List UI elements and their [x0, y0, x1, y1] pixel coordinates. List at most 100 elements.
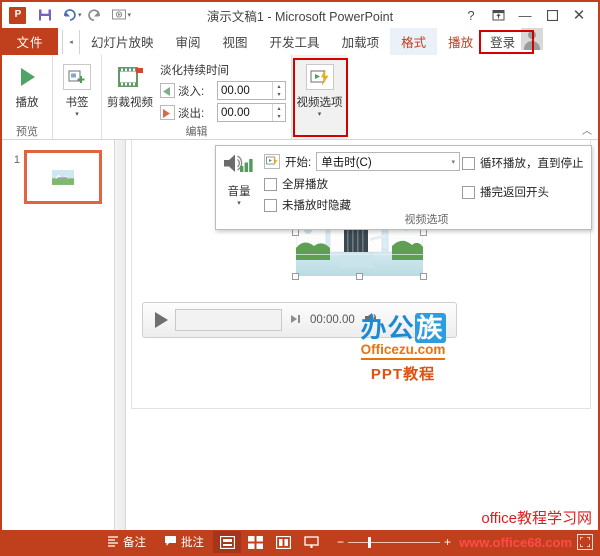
- film-strip-icon: [115, 62, 145, 92]
- fade-out-row: 淡出: 00.00 ▴ ▾: [160, 103, 286, 122]
- start-combobox[interactable]: 单击时(C) ▾: [316, 152, 460, 171]
- start-presentation-icon[interactable]: [108, 5, 130, 25]
- slide-thumbnail-pane: 1: [2, 140, 115, 530]
- view-slideshow-button[interactable]: [297, 531, 325, 553]
- ribbon-display-options-button[interactable]: [485, 4, 511, 26]
- qat-more-caret-icon[interactable]: ▾: [128, 11, 132, 19]
- window-controls: ? — ✕: [458, 4, 598, 26]
- video-options-icon: [305, 64, 334, 90]
- tab-addins[interactable]: 加载项: [331, 28, 391, 55]
- bottom-watermark-text: office教程学习网: [481, 510, 592, 527]
- watermark-line3: PPT教程: [370, 366, 436, 383]
- media-progress-track[interactable]: [175, 309, 282, 331]
- fade-out-value[interactable]: 00.00: [218, 104, 272, 121]
- start-combobox-caret-icon[interactable]: ▾: [451, 158, 457, 166]
- minimize-button[interactable]: —: [512, 4, 538, 26]
- media-step-forward-icon[interactable]: [289, 313, 303, 328]
- tab-developer[interactable]: 开发工具: [259, 28, 331, 55]
- tab-file[interactable]: 文件: [2, 28, 58, 55]
- ribbon-group-video-options: 视频选项 ▾: [292, 55, 347, 139]
- fullscreen-checkbox[interactable]: [264, 177, 277, 191]
- checkbox-rewind-after-playing[interactable]: 播完返回开头: [462, 184, 591, 200]
- resize-handle-s[interactable]: [355, 273, 363, 280]
- resize-handle-se[interactable]: [420, 273, 427, 280]
- video-options-button-label: 视频选项: [296, 97, 343, 109]
- rewind-after-playing-checkbox[interactable]: [462, 185, 475, 199]
- avatar[interactable]: [521, 28, 544, 50]
- comment-bubble-icon: [164, 535, 177, 550]
- zoom-out-button[interactable]: −: [337, 535, 344, 549]
- resize-handle-w[interactable]: [292, 229, 299, 236]
- save-icon[interactable]: [34, 5, 56, 25]
- loop-until-stopped-checkbox[interactable]: [462, 156, 475, 170]
- maximize-button[interactable]: [539, 4, 565, 26]
- start-row: 开始: 单击时(C) ▾: [264, 152, 460, 171]
- loop-until-stopped-checkbox-label: 循环播放，直到停止: [480, 158, 584, 170]
- fullscreen-checkbox-label: 全屏播放: [282, 179, 328, 191]
- volume-button[interactable]: 音量 ▾: [216, 146, 262, 229]
- collapse-ribbon-button[interactable]: ︿: [582, 122, 592, 137]
- tab-format[interactable]: 格式: [390, 28, 438, 55]
- fade-in-spinner[interactable]: 00.00 ▴ ▾: [217, 81, 286, 100]
- comments-button[interactable]: 批注: [155, 530, 213, 554]
- start-playback-icon: [264, 154, 280, 169]
- checkbox-fullscreen[interactable]: 全屏播放: [264, 176, 460, 192]
- title-bar: P ▾ ▾ 演示文稿1 - Microsoft PowerPoint ? — ✕: [2, 2, 598, 28]
- pane-splitter[interactable]: [115, 140, 126, 530]
- redo-icon[interactable]: [84, 5, 106, 25]
- fade-in-spin-down-icon[interactable]: ▾: [277, 92, 280, 98]
- video-options-controls: 开始: 单击时(C) ▾ 全屏播放 未播放时隐藏 循环播放，直到停止 播完返回开…: [262, 146, 591, 229]
- tab-review[interactable]: 审阅: [165, 28, 212, 55]
- slide-thumbnail-preview: [52, 169, 74, 185]
- media-play-icon[interactable]: [155, 312, 168, 328]
- zoom-slider[interactable]: − +: [337, 535, 451, 549]
- fade-out-spin-down-icon[interactable]: ▾: [277, 114, 280, 120]
- bookmark-button-label: 书签: [65, 97, 89, 109]
- resize-handle-sw[interactable]: [292, 273, 299, 280]
- fade-out-spinner-arrows[interactable]: ▴ ▾: [272, 104, 285, 121]
- undo-icon[interactable]: [58, 5, 80, 25]
- fade-out-spinner[interactable]: 00.00 ▴ ▾: [217, 103, 286, 122]
- fade-out-icon: [160, 105, 175, 120]
- tab-playback[interactable]: 播放: [437, 28, 484, 55]
- slide-thumbnail-row: 1: [2, 150, 114, 204]
- video-options-dropdown-caret-icon[interactable]: ▾: [318, 111, 322, 118]
- volume-dropdown-caret-icon[interactable]: ▾: [237, 200, 241, 207]
- speaker-volume-icon: [222, 150, 256, 182]
- ribbon-group-editing-title: 编辑: [185, 126, 208, 138]
- help-button[interactable]: ?: [458, 4, 484, 26]
- notes-icon: [107, 535, 119, 550]
- checkbox-loop-until-stopped[interactable]: 循环播放，直到停止: [462, 155, 591, 171]
- hide-when-not-playing-checkbox[interactable]: [264, 198, 277, 212]
- fade-in-spinner-arrows[interactable]: ▴ ▾: [272, 82, 285, 99]
- start-combobox-value: 单击时(C): [321, 156, 372, 169]
- slide-thumbnail-1[interactable]: [24, 150, 102, 204]
- view-reading-button[interactable]: [269, 531, 297, 553]
- fade-in-spin-up-icon[interactable]: ▴: [277, 84, 280, 90]
- ribbon-group-preview: 播放 预览: [2, 55, 53, 139]
- tab-slideshow[interactable]: 幻灯片放映: [80, 28, 165, 55]
- tab-scroll-left-icon[interactable]: ◂: [62, 30, 80, 54]
- zoom-in-button[interactable]: +: [444, 535, 451, 549]
- notes-button[interactable]: 备注: [98, 530, 155, 554]
- bookmark-dropdown-caret-icon[interactable]: ▾: [75, 111, 79, 118]
- zoom-slider-track[interactable]: [348, 536, 441, 548]
- ribbon-group-bookmarks-title: [53, 125, 101, 139]
- close-button[interactable]: ✕: [566, 4, 592, 26]
- fade-in-value[interactable]: 00.00: [218, 82, 272, 99]
- sign-in-link[interactable]: 登录: [490, 28, 515, 55]
- fade-out-spin-up-icon[interactable]: ▴: [277, 106, 280, 112]
- play-button[interactable]: 播放: [7, 58, 47, 110]
- view-normal-button[interactable]: [213, 531, 241, 553]
- resize-handle-e[interactable]: [420, 229, 427, 236]
- ribbon-group-bookmarks: 书签 ▾: [53, 55, 102, 139]
- zoom-slider-knob[interactable]: [368, 536, 372, 548]
- fit-slide-to-window-button[interactable]: [577, 534, 593, 550]
- bookmark-add-icon: [63, 64, 91, 90]
- view-slide-sorter-button[interactable]: [241, 531, 269, 553]
- undo-dropdown-caret-icon[interactable]: ▾: [78, 11, 82, 19]
- bookmark-button[interactable]: 书签 ▾: [58, 58, 96, 118]
- video-options-button[interactable]: 视频选项 ▾: [297, 58, 343, 118]
- tab-view[interactable]: 视图: [212, 28, 259, 55]
- trim-video-button[interactable]: 剪裁视频: [107, 58, 153, 110]
